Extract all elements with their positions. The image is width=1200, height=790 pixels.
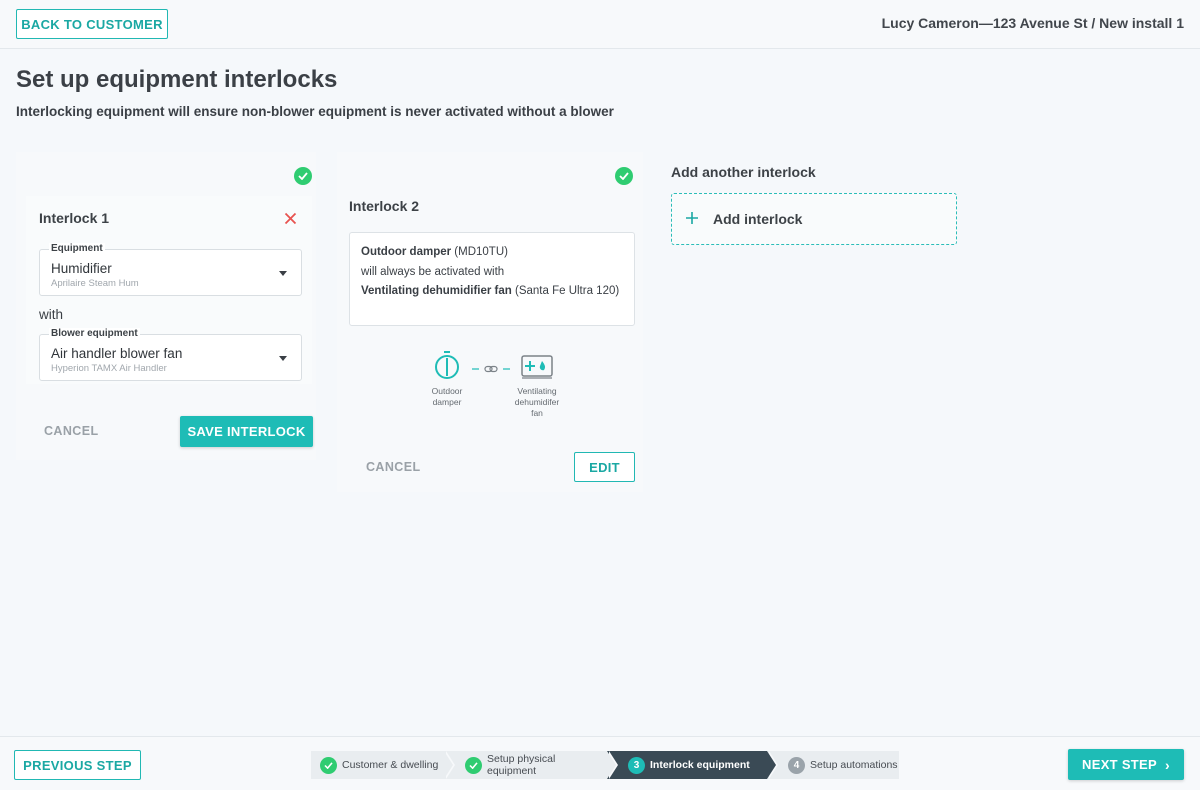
check-circle-icon <box>294 167 312 185</box>
edit-button[interactable]: EDIT <box>574 452 635 482</box>
eq1-caption-line2: damper <box>432 397 462 407</box>
breadcrumb: Lucy Cameron—123 Avenue St / New install… <box>881 15 1184 31</box>
equipment-select-value: Humidifier <box>51 261 112 276</box>
eq2-caption-line2: dehumidifer <box>514 397 560 407</box>
interlock-1-title: Interlock 1 <box>39 210 110 226</box>
equipment-select-hint: Aprilaire Steam Hum <box>51 278 139 289</box>
blower-select-hint: Hyperion TAMX Air Handler <box>51 363 167 374</box>
eq1-caption-line1: Outdoor <box>431 386 463 396</box>
step-number: 4 <box>788 756 805 774</box>
stepper: Customer & dwelling Setup physical equip… <box>311 751 899 779</box>
chevron-down-icon <box>279 271 287 276</box>
blower-select-value: Air handler blower fan <box>51 346 183 361</box>
eq1-caption: Outdoor damper <box>425 386 469 408</box>
step-label: Setup automations <box>810 759 898 771</box>
eq1-model: (MD10TU) <box>454 246 508 258</box>
with-label: with <box>39 307 64 322</box>
step-interlock-equipment[interactable]: 3 Interlock equipment <box>607 751 778 779</box>
save-interlock-button[interactable]: SAVE INTERLOCK <box>180 416 313 447</box>
step-label: Interlock equipment <box>650 759 750 771</box>
step-number: 3 <box>628 756 645 774</box>
step-label: Customer & dwelling <box>342 759 439 771</box>
interlock-2-description: Outdoor damper (MD10TU) will always be a… <box>349 232 635 326</box>
chevron-down-icon <box>279 356 287 361</box>
back-to-customer-button[interactable]: BACK TO CUSTOMER <box>16 9 168 39</box>
next-step-button[interactable]: NEXT STEP › <box>1068 749 1184 780</box>
link-icon <box>471 362 511 374</box>
eq2-name: Ventilating dehumidifier fan <box>361 285 512 297</box>
check-circle-icon <box>465 756 482 774</box>
dehumidifier-fan-icon <box>521 355 553 379</box>
interlock-1-card: Interlock 1 Equipment Humidifier Aprilai… <box>16 152 316 460</box>
equipment-select-label: Equipment <box>49 243 105 254</box>
page-subtitle: Interlocking equipment will ensure non-b… <box>16 104 614 119</box>
blower-equipment-select[interactable]: Blower equipment Air handler blower fan … <box>39 328 302 381</box>
page-title: Set up equipment interlocks <box>16 66 338 93</box>
chevron-right-icon: › <box>1164 756 1170 773</box>
top-bar: BACK TO CUSTOMER Lucy Cameron—123 Avenue… <box>0 0 1200 49</box>
add-interlock-button[interactable]: Add interlock <box>671 193 957 245</box>
add-interlock-label: Add interlock <box>713 211 803 227</box>
previous-step-button[interactable]: PREVIOUS STEP <box>14 750 141 780</box>
check-circle-icon <box>615 167 633 185</box>
check-circle-icon <box>320 756 337 774</box>
step-setup-physical-equipment[interactable]: Setup physical equipment <box>444 751 618 779</box>
eq1-name: Outdoor damper <box>361 246 452 258</box>
footer: PREVIOUS STEP Customer & dwelling Setup … <box>0 736 1200 790</box>
step-label: Setup physical equipment <box>487 753 556 777</box>
damper-icon <box>433 350 461 380</box>
interlock-1-cancel-button[interactable]: CANCEL <box>44 424 98 438</box>
add-another-title: Add another interlock <box>671 164 816 180</box>
step-setup-automations[interactable]: 4 Setup automations <box>767 751 899 779</box>
plus-icon <box>685 208 701 231</box>
interlock-2-title: Interlock 2 <box>349 198 420 214</box>
eq2-caption: Ventilating dehumidifer fan <box>509 386 565 419</box>
close-icon[interactable] <box>284 212 298 226</box>
interlock-2-card: Interlock 2 Outdoor damper (MD10TU) will… <box>337 152 643 492</box>
interlock-2-cancel-button[interactable]: CANCEL <box>366 460 420 474</box>
blower-select-label: Blower equipment <box>49 328 140 339</box>
next-step-label: NEXT STEP <box>1082 757 1157 772</box>
step-customer-dwelling[interactable]: Customer & dwelling <box>311 751 455 779</box>
description-middle: will always be activated with <box>361 265 505 278</box>
equipment-select[interactable]: Equipment Humidifier Aprilaire Steam Hum <box>39 243 302 296</box>
interlock-1-form: Interlock 1 Equipment Humidifier Aprilai… <box>26 196 312 384</box>
eq2-model: (Santa Fe Ultra 120) <box>515 285 620 297</box>
eq2-caption-line3: fan <box>531 408 543 418</box>
eq2-caption-line1: Ventilating <box>517 386 557 396</box>
